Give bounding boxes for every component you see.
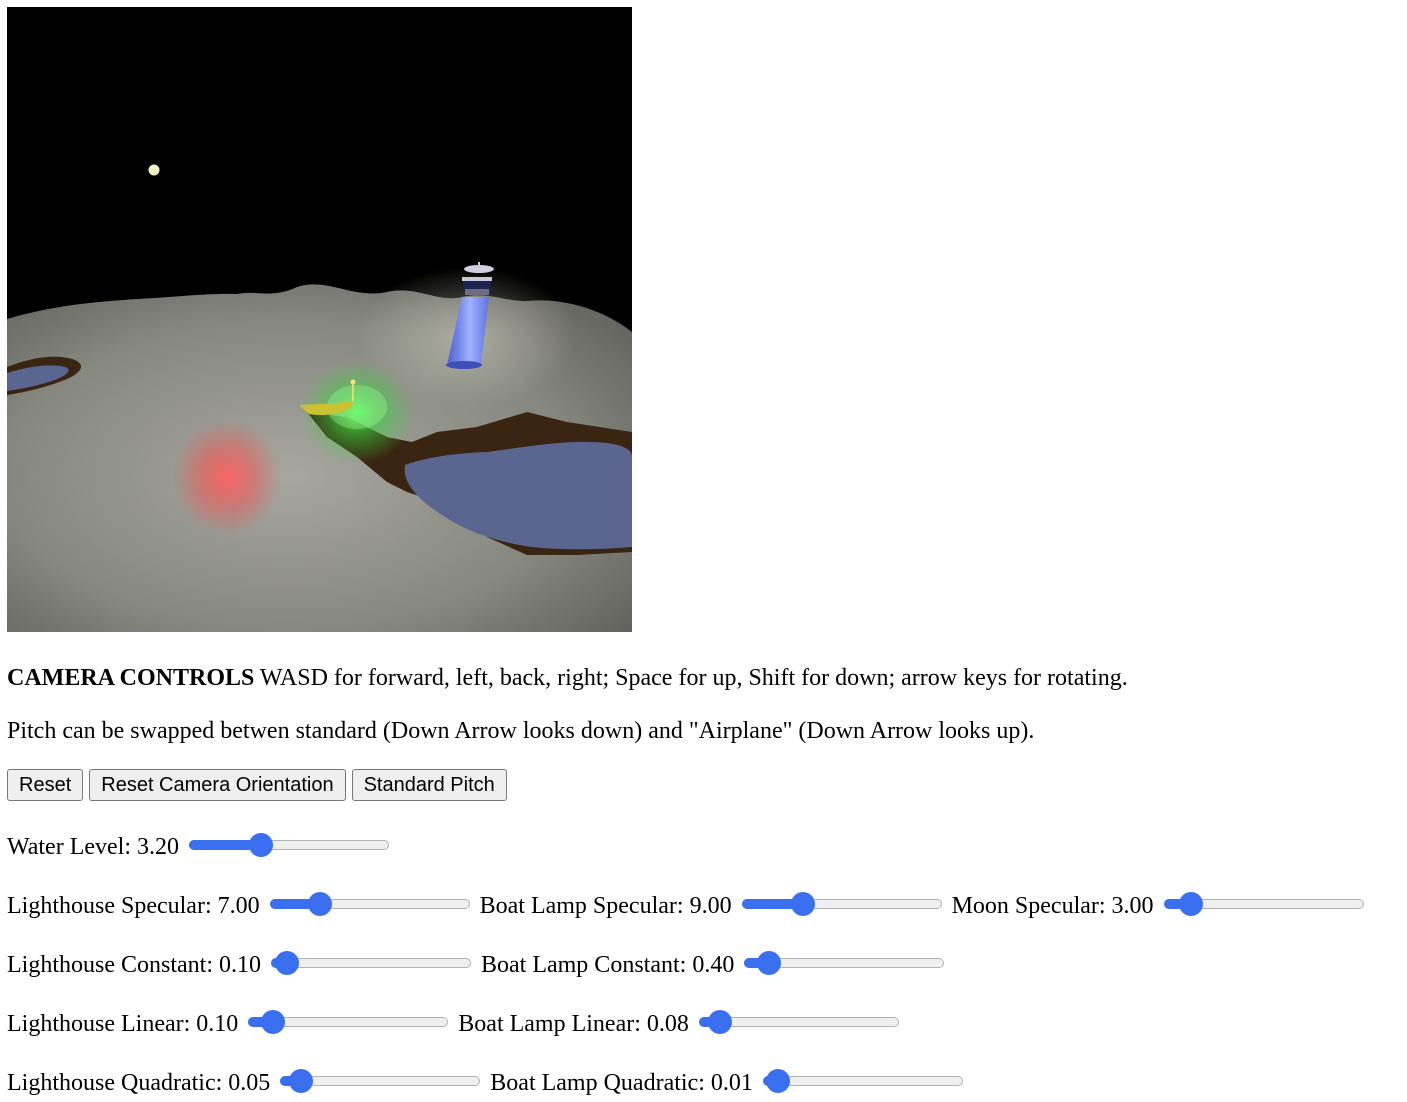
boat-lamp-specular-slider[interactable] (741, 891, 942, 916)
moon-specular-slider[interactable] (1163, 891, 1364, 916)
lighthouse-specular-slider[interactable] (269, 891, 470, 916)
camera-controls-heading: CAMERA CONTROLS (7, 665, 255, 691)
boat-lamp-constant-slider-thumb[interactable] (756, 951, 781, 975)
boat-lamp-specular-slider-thumb[interactable] (790, 892, 815, 916)
moon-icon (148, 164, 160, 176)
scene-canvas[interactable] (7, 7, 632, 632)
lighthouse-linear-label: Lighthouse Linear: 0.10 (7, 1011, 239, 1037)
camera-controls-text: CAMERA CONTROLS WASD for forward, left, … (7, 664, 1128, 692)
water-row: Water Level: 3.20 (7, 827, 399, 867)
boat-lamp-quadratic-slider-thumb[interactable] (766, 1069, 791, 1093)
lighthouse-specular-label: Lighthouse Specular: 7.00 (7, 893, 260, 919)
lighthouse-linear-slider-thumb[interactable] (260, 1010, 285, 1034)
button-row: Reset Reset Camera Orientation Standard … (7, 769, 507, 801)
reset-camera-orientation-button[interactable]: Reset Camera Orientation (89, 769, 346, 801)
lighthouse-quadratic-slider[interactable] (280, 1068, 481, 1093)
lighthouse-constant-slider-thumb[interactable] (274, 951, 299, 975)
water-level-slider-thumb[interactable] (248, 833, 273, 857)
moon-specular-label: Moon Specular: 3.00 (951, 893, 1154, 919)
lighthouse-quadratic-slider-thumb[interactable] (289, 1069, 314, 1093)
lighthouse-linear-slider[interactable] (248, 1009, 449, 1034)
constant-row: Lighthouse Constant: 0.10 Boat Lamp Cons… (7, 945, 954, 985)
boat-lamp-quadratic-label: Boat Lamp Quadratic: 0.01 (490, 1070, 753, 1096)
boat-lamp-constant-slider[interactable] (744, 950, 945, 975)
water-level-slider[interactable] (189, 832, 389, 857)
lighthouse-constant-label: Lighthouse Constant: 0.10 (7, 952, 261, 978)
boat-lamp-linear-label: Boat Lamp Linear: 0.08 (458, 1011, 689, 1037)
moon-specular-slider-thumb[interactable] (1179, 892, 1204, 916)
boat-lamp-quadratic-slider[interactable] (762, 1068, 963, 1093)
linear-row: Lighthouse Linear: 0.10 Boat Lamp Linear… (7, 1004, 909, 1044)
boat-lamp-constant-label: Boat Lamp Constant: 0.40 (481, 952, 735, 978)
boat-lamp-specular-label: Boat Lamp Specular: 9.00 (479, 893, 732, 919)
red-light-glow (172, 419, 282, 535)
boat-lamp-linear-slider[interactable] (698, 1009, 899, 1034)
quadratic-row: Lighthouse Quadratic: 0.05 Boat Lamp Qua… (7, 1063, 973, 1102)
lighthouse-constant-slider[interactable] (271, 950, 471, 975)
water-level-label: Water Level: 3.20 (7, 834, 179, 860)
lighthouse-quadratic-label: Lighthouse Quadratic: 0.05 (7, 1070, 271, 1096)
boat-lamp-linear-slider-thumb[interactable] (707, 1010, 732, 1034)
scene-render (7, 7, 632, 632)
specular-row: Lighthouse Specular: 7.00 Boat Lamp Spec… (7, 886, 1374, 926)
reset-button[interactable]: Reset (7, 769, 84, 801)
lighthouse-specular-slider-thumb[interactable] (308, 892, 333, 916)
pitch-toggle-button[interactable]: Standard Pitch (351, 769, 507, 801)
camera-controls-description: WASD for forward, left, back, right; Spa… (254, 665, 1128, 691)
pitch-note: Pitch can be swapped betwen standard (Do… (7, 718, 1035, 744)
